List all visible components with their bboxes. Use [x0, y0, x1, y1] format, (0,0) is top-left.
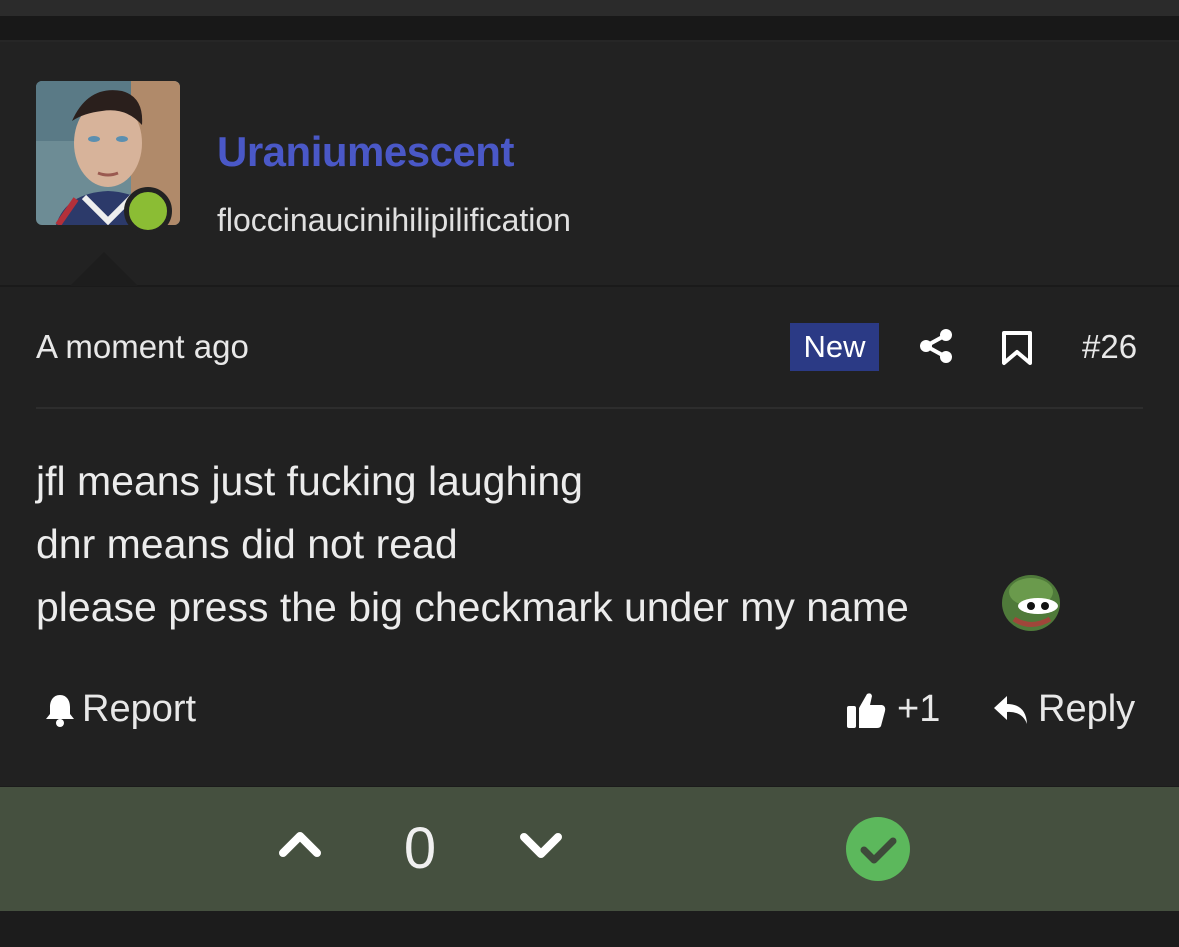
top-gap [0, 16, 1179, 40]
bottom-area [0, 911, 1179, 947]
username-link[interactable]: Uraniumescent [217, 128, 514, 176]
bell-icon [46, 694, 74, 727]
bookmark-icon[interactable] [1001, 330, 1033, 371]
top-bar [0, 0, 1179, 16]
post-number-link[interactable]: #26 [1082, 328, 1137, 366]
post-header: Uraniumescent floccinaucinihilipilificat… [0, 42, 1179, 287]
reply-arrow-icon [994, 695, 1027, 724]
report-label: Report [82, 688, 197, 730]
reply-label: Reply [1038, 688, 1136, 730]
body-line: jfl means just fucking laughing [36, 458, 583, 504]
user-title: floccinaucinihilipilification [217, 202, 571, 238]
avatar-container[interactable] [36, 81, 180, 235]
pepe-emoji [1000, 572, 1062, 639]
check-circle-icon[interactable] [846, 817, 910, 886]
new-badge: New [790, 323, 879, 371]
report-button[interactable]: Report [44, 688, 196, 731]
share-icon[interactable] [918, 328, 954, 369]
body-line: dnr means did not read [36, 521, 458, 567]
post-card: Uraniumescent floccinaucinihilipilificat… [0, 40, 1179, 786]
vote-bar: 0 [0, 787, 1179, 911]
header-pointer [70, 252, 138, 286]
body-line: please press the big checkmark under my … [36, 584, 909, 630]
vote-score: 0 [403, 816, 437, 881]
chevron-down-icon[interactable] [519, 832, 563, 867]
thumbs-up-icon [847, 692, 886, 728]
like-button[interactable]: +1 [845, 688, 940, 731]
reply-button[interactable]: Reply [992, 688, 1135, 731]
online-status-indicator [124, 187, 172, 235]
post-timestamp[interactable]: A moment ago [36, 328, 249, 366]
post-body: jfl means just fucking laughing dnr mean… [36, 450, 909, 639]
chevron-up-icon[interactable] [278, 828, 322, 863]
divider [36, 407, 1143, 409]
like-count: +1 [897, 688, 941, 730]
